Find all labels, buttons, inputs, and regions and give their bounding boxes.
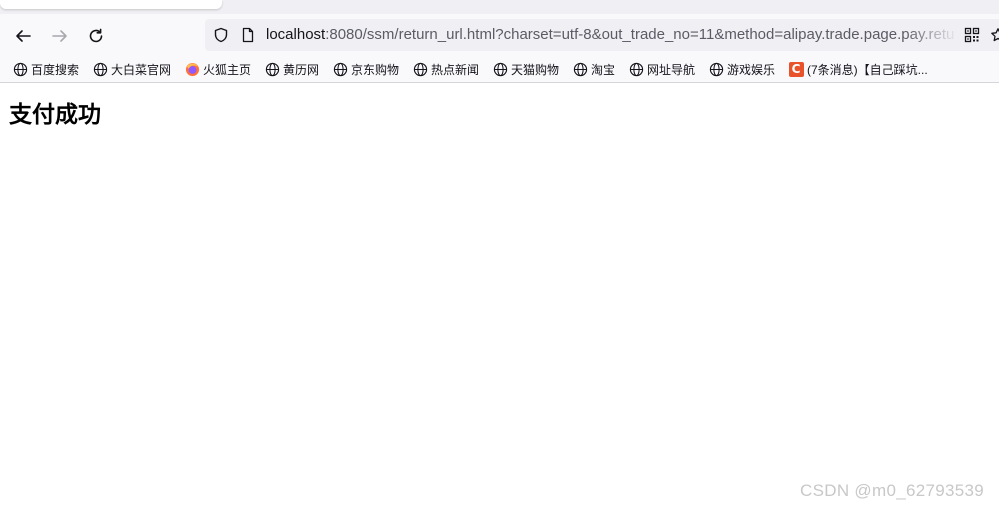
bookmark-label: 网址导航: [647, 62, 696, 77]
arrow-right-icon: [52, 30, 67, 42]
reload-icon: [89, 28, 103, 43]
bookmark-label: 热点新闻: [431, 62, 480, 77]
bookmarks-toolbar: 百度搜索 大白菜官网 火狐主页 黄历网 京东购物 热点新闻 天猫购物 淘宝 网址…: [0, 56, 999, 83]
arrow-left-icon: [16, 30, 31, 42]
bookmark-label: 京东购物: [351, 62, 400, 77]
address-bar[interactable]: localhost:8080/ssm/return_url.html?chars…: [205, 19, 999, 51]
url-text[interactable]: localhost:8080/ssm/return_url.html?chars…: [266, 19, 959, 51]
tab-strip: [0, 0, 999, 14]
active-tab[interactable]: [0, 0, 222, 9]
bookmark-item[interactable]: 天猫购物: [492, 59, 559, 79]
globe-icon: [572, 61, 588, 77]
bookmark-item[interactable]: 热点新闻: [412, 59, 479, 79]
bookmark-item[interactable]: 京东购物: [332, 59, 399, 79]
bookmark-item[interactable]: 黄历网: [264, 59, 319, 79]
watermark: CSDN @m0_62793539: [800, 481, 984, 500]
forward-button[interactable]: [46, 22, 74, 50]
bookmark-label: 天猫购物: [511, 62, 560, 77]
bookmark-item[interactable]: 火狐主页: [184, 59, 251, 79]
bookmark-item[interactable]: 网址导航: [628, 59, 695, 79]
reload-button[interactable]: [82, 22, 110, 50]
bookmark-label: 大白菜官网: [111, 62, 172, 77]
globe-icon: [332, 61, 348, 77]
star-icon[interactable]: [989, 26, 999, 44]
bookmark-label: 黄历网: [283, 62, 320, 77]
globe-icon: [264, 61, 280, 77]
bookmark-label: 火狐主页: [203, 62, 252, 77]
navigation-toolbar: localhost:8080/ssm/return_url.html?chars…: [0, 14, 999, 56]
firefox-icon: [184, 61, 200, 77]
shield-icon[interactable]: [212, 26, 230, 44]
url-path: :8080/ssm/return_url.html?charset=utf-8&…: [325, 26, 955, 43]
bookmark-item[interactable]: C (7条消息)【自己踩坑...: [788, 59, 928, 79]
bookmark-item[interactable]: 淘宝: [572, 59, 615, 79]
globe-icon: [492, 61, 508, 77]
bookmark-item[interactable]: 游戏娱乐: [708, 59, 775, 79]
bookmark-item[interactable]: 大白菜官网: [92, 59, 171, 79]
qr-code-icon[interactable]: [963, 26, 981, 44]
globe-icon: [412, 61, 428, 77]
page-title: 支付成功: [9, 101, 101, 128]
bookmark-label: (7条消息)【自己踩坑...: [807, 62, 928, 77]
url-host: localhost: [266, 26, 326, 43]
csdn-icon: C: [788, 61, 804, 77]
csdn-icon-letter: C: [788, 61, 804, 77]
bookmark-label: 游戏娱乐: [727, 62, 776, 77]
back-button[interactable]: [9, 22, 37, 50]
url-fade: [905, 19, 959, 51]
bookmark-label: 百度搜索: [31, 62, 80, 77]
globe-icon: [628, 61, 644, 77]
page-icon[interactable]: [239, 26, 257, 44]
globe-icon: [92, 61, 108, 77]
bookmark-label: 淘宝: [591, 62, 616, 77]
globe-icon: [12, 61, 28, 77]
bookmark-item[interactable]: 百度搜索: [12, 59, 79, 79]
globe-icon: [708, 61, 724, 77]
